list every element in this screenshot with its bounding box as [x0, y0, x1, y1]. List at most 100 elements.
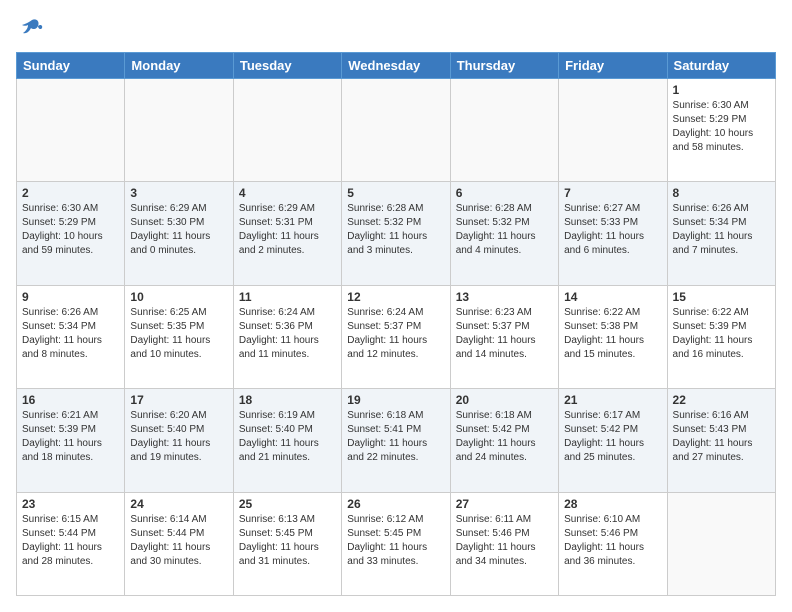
weekday-header-wednesday: Wednesday — [342, 53, 450, 79]
day-number: 8 — [673, 186, 770, 200]
calendar-cell: 9 Sunrise: 6:26 AM Sunset: 5:34 PM Daylig… — [17, 285, 125, 388]
cell-details: Sunrise: 6:29 AM Sunset: 5:31 PM Dayligh… — [239, 202, 336, 258]
calendar-cell: 3Sunrise: 6:29 AM Sunset: 5:30 PM Daylig… — [125, 182, 233, 285]
day-number: 10 — [130, 290, 227, 304]
calendar-cell: 13 Sunrise: 6:23 AM Sunset: 5:37 PM Dayli… — [450, 285, 558, 388]
day-number: 2 — [22, 186, 119, 200]
calendar-cell: 26 Sunrise: 6:12 AM Sunset: 5:45 PM Dayli… — [342, 492, 450, 595]
day-number: 19 — [347, 393, 444, 407]
weekday-header-sunday: Sunday — [17, 53, 125, 79]
calendar-cell: 5 Sunrise: 6:28 AM Sunset: 5:32 PM Daylig… — [342, 182, 450, 285]
calendar-cell: 12 Sunrise: 6:24 AM Sunset: 5:37 PM Dayli… — [342, 285, 450, 388]
day-number: 11 — [239, 290, 336, 304]
cell-details: Sunrise: 6:15 AM Sunset: 5:44 PM Dayligh… — [22, 513, 119, 569]
day-number: 21 — [564, 393, 661, 407]
day-number: 22 — [673, 393, 770, 407]
calendar-cell: 4Sunrise: 6:29 AM Sunset: 5:31 PM Daylig… — [233, 182, 341, 285]
cell-details: Sunrise: 6:28 AM Sunset: 5:32 PM Dayligh… — [347, 202, 444, 258]
cell-details: Sunrise: 6:23 AM Sunset: 5:37 PM Dayligh… — [456, 306, 553, 362]
calendar-cell: 1 Sunrise: 6:30 AM Sunset: 5:29 PM Daylig… — [667, 79, 775, 182]
day-number: 23 — [22, 497, 119, 511]
day-number: 9 — [22, 290, 119, 304]
weekday-header-monday: Monday — [125, 53, 233, 79]
cell-details: Sunrise: 6:22 AM Sunset: 5:39 PM Dayligh… — [673, 306, 770, 362]
day-number: 12 — [347, 290, 444, 304]
calendar-cell — [342, 79, 450, 182]
cell-details: Sunrise: 6:22 AM Sunset: 5:38 PM Dayligh… — [564, 306, 661, 362]
cell-details: Sunrise: 6:29 AM Sunset: 5:30 PM Dayligh… — [130, 202, 227, 258]
logo — [16, 16, 44, 42]
weekday-header-saturday: Saturday — [667, 53, 775, 79]
day-number: 1 — [673, 83, 770, 97]
calendar-cell: 28Sunrise: 6:10 AM Sunset: 5:46 PM Dayli… — [559, 492, 667, 595]
calendar-cell: 6 Sunrise: 6:28 AM Sunset: 5:32 PM Daylig… — [450, 182, 558, 285]
calendar-cell: 8 Sunrise: 6:26 AM Sunset: 5:34 PM Daylig… — [667, 182, 775, 285]
cell-details: Sunrise: 6:18 AM Sunset: 5:41 PM Dayligh… — [347, 409, 444, 465]
calendar-cell — [125, 79, 233, 182]
cell-details: Sunrise: 6:24 AM Sunset: 5:37 PM Dayligh… — [347, 306, 444, 362]
weekday-header-friday: Friday — [559, 53, 667, 79]
cell-details: Sunrise: 6:27 AM Sunset: 5:33 PM Dayligh… — [564, 202, 661, 258]
calendar-cell: 19 Sunrise: 6:18 AM Sunset: 5:41 PM Dayli… — [342, 389, 450, 492]
calendar-cell: 24 Sunrise: 6:14 AM Sunset: 5:44 PM Dayli… — [125, 492, 233, 595]
cell-details: Sunrise: 6:11 AM Sunset: 5:46 PM Dayligh… — [456, 513, 553, 569]
cell-details: Sunrise: 6:13 AM Sunset: 5:45 PM Dayligh… — [239, 513, 336, 569]
day-number: 17 — [130, 393, 227, 407]
header — [16, 16, 776, 42]
calendar-week-row: 9 Sunrise: 6:26 AM Sunset: 5:34 PM Daylig… — [17, 285, 776, 388]
cell-details: Sunrise: 6:30 AM Sunset: 5:29 PM Dayligh… — [673, 99, 770, 155]
cell-details: Sunrise: 6:17 AM Sunset: 5:42 PM Dayligh… — [564, 409, 661, 465]
calendar-week-row: 2 Sunrise: 6:30 AM Sunset: 5:29 PM Daylig… — [17, 182, 776, 285]
calendar-cell: 22 Sunrise: 6:16 AM Sunset: 5:43 PM Dayli… — [667, 389, 775, 492]
day-number: 28 — [564, 497, 661, 511]
day-number: 25 — [239, 497, 336, 511]
day-number: 24 — [130, 497, 227, 511]
calendar-week-row: 16 Sunrise: 6:21 AM Sunset: 5:39 PM Dayli… — [17, 389, 776, 492]
day-number: 16 — [22, 393, 119, 407]
day-number: 15 — [673, 290, 770, 304]
calendar-cell: 7 Sunrise: 6:27 AM Sunset: 5:33 PM Daylig… — [559, 182, 667, 285]
cell-details: Sunrise: 6:25 AM Sunset: 5:35 PM Dayligh… — [130, 306, 227, 362]
day-number: 7 — [564, 186, 661, 200]
calendar-cell: 10 Sunrise: 6:25 AM Sunset: 5:35 PM Dayli… — [125, 285, 233, 388]
cell-details: Sunrise: 6:28 AM Sunset: 5:32 PM Dayligh… — [456, 202, 553, 258]
calendar-cell: 20 Sunrise: 6:18 AM Sunset: 5:42 PM Dayli… — [450, 389, 558, 492]
page: SundayMondayTuesdayWednesdayThursdayFrid… — [0, 0, 792, 612]
day-number: 13 — [456, 290, 553, 304]
calendar-cell: 16 Sunrise: 6:21 AM Sunset: 5:39 PM Dayli… — [17, 389, 125, 492]
day-number: 5 — [347, 186, 444, 200]
calendar-cell: 23 Sunrise: 6:15 AM Sunset: 5:44 PM Dayli… — [17, 492, 125, 595]
cell-details: Sunrise: 6:30 AM Sunset: 5:29 PM Dayligh… — [22, 202, 119, 258]
bird-icon — [18, 16, 44, 42]
weekday-header-tuesday: Tuesday — [233, 53, 341, 79]
calendar-week-row: 23 Sunrise: 6:15 AM Sunset: 5:44 PM Dayli… — [17, 492, 776, 595]
day-number: 18 — [239, 393, 336, 407]
day-number: 26 — [347, 497, 444, 511]
day-number: 6 — [456, 186, 553, 200]
cell-details: Sunrise: 6:26 AM Sunset: 5:34 PM Dayligh… — [673, 202, 770, 258]
cell-details: Sunrise: 6:21 AM Sunset: 5:39 PM Dayligh… — [22, 409, 119, 465]
calendar-cell: 14 Sunrise: 6:22 AM Sunset: 5:38 PM Dayli… — [559, 285, 667, 388]
calendar-cell — [667, 492, 775, 595]
cell-details: Sunrise: 6:18 AM Sunset: 5:42 PM Dayligh… — [456, 409, 553, 465]
cell-details: Sunrise: 6:16 AM Sunset: 5:43 PM Dayligh… — [673, 409, 770, 465]
cell-details: Sunrise: 6:12 AM Sunset: 5:45 PM Dayligh… — [347, 513, 444, 569]
calendar-cell: 27 Sunrise: 6:11 AM Sunset: 5:46 PM Dayli… — [450, 492, 558, 595]
calendar-cell — [233, 79, 341, 182]
day-number: 27 — [456, 497, 553, 511]
cell-details: Sunrise: 6:14 AM Sunset: 5:44 PM Dayligh… — [130, 513, 227, 569]
calendar-cell: 2 Sunrise: 6:30 AM Sunset: 5:29 PM Daylig… — [17, 182, 125, 285]
cell-details: Sunrise: 6:19 AM Sunset: 5:40 PM Dayligh… — [239, 409, 336, 465]
calendar-cell: 11 Sunrise: 6:24 AM Sunset: 5:36 PM Dayli… — [233, 285, 341, 388]
calendar-cell — [559, 79, 667, 182]
cell-details: Sunrise: 6:26 AM Sunset: 5:34 PM Dayligh… — [22, 306, 119, 362]
calendar-cell: 21 Sunrise: 6:17 AM Sunset: 5:42 PM Dayli… — [559, 389, 667, 492]
cell-details: Sunrise: 6:24 AM Sunset: 5:36 PM Dayligh… — [239, 306, 336, 362]
day-number: 14 — [564, 290, 661, 304]
calendar-cell — [450, 79, 558, 182]
calendar-table: SundayMondayTuesdayWednesdayThursdayFrid… — [16, 52, 776, 596]
day-number: 20 — [456, 393, 553, 407]
calendar-cell: 15 Sunrise: 6:22 AM Sunset: 5:39 PM Dayli… — [667, 285, 775, 388]
calendar-week-row: 1 Sunrise: 6:30 AM Sunset: 5:29 PM Daylig… — [17, 79, 776, 182]
cell-details: Sunrise: 6:20 AM Sunset: 5:40 PM Dayligh… — [130, 409, 227, 465]
